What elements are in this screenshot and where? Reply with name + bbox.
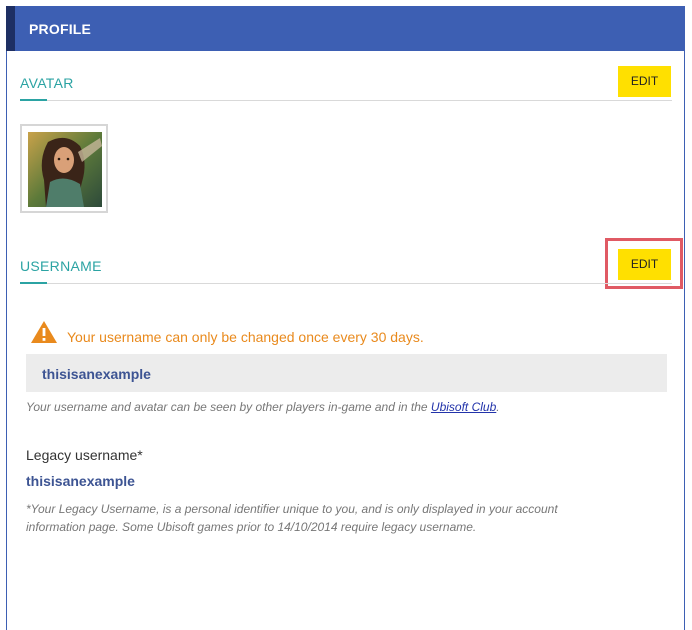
avatar-section-underline [20, 99, 47, 101]
username-section-label: USERNAME [20, 258, 102, 274]
username-value: thisisanexample [42, 366, 151, 382]
username-section-divider [20, 283, 672, 284]
legacy-note-line-1: *Your Legacy Username, is a personal ide… [26, 502, 558, 516]
warning-triangle-icon [31, 321, 57, 343]
avatar-section-label: AVATAR [20, 75, 74, 91]
legacy-username-value: thisisanexample [26, 473, 135, 489]
avatar-image [28, 132, 102, 207]
legacy-username-note: *Your Legacy Username, is a personal ide… [26, 500, 558, 536]
avatar-section-divider [20, 100, 672, 101]
username-section-underline [20, 282, 47, 284]
username-field: thisisanexample [26, 354, 667, 392]
warning-text: Your username can only be changed once e… [67, 329, 424, 345]
profile-title: PROFILE [29, 21, 92, 37]
ubisoft-club-link[interactable]: Ubisoft Club [431, 400, 496, 414]
avatar-edit-button[interactable]: EDIT [618, 66, 671, 97]
visibility-note-end: . [496, 400, 500, 414]
visibility-note-text: Your username and avatar can be seen by … [26, 400, 431, 414]
header-accent-bar [6, 6, 15, 51]
avatar[interactable] [20, 124, 108, 213]
legacy-username-label: Legacy username* [26, 447, 143, 463]
legacy-note-line-2: information page. Some Ubisoft games pri… [26, 520, 477, 534]
profile-header: PROFILE [6, 6, 685, 51]
visibility-note: Your username and avatar can be seen by … [26, 398, 500, 416]
edit-button-highlight [605, 238, 683, 289]
